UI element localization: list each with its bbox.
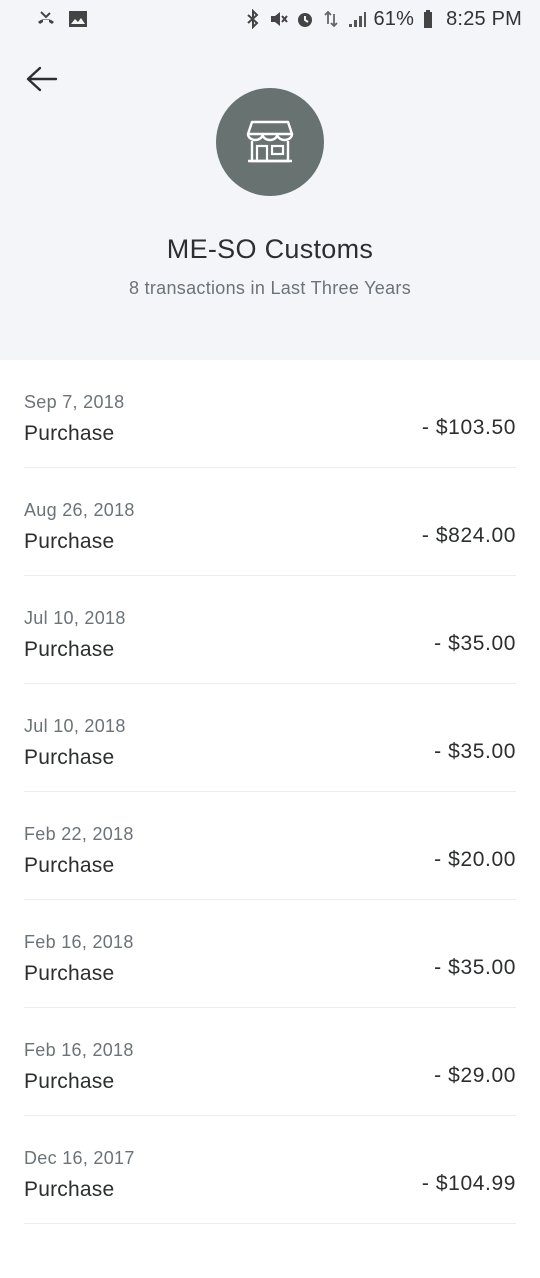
clock: 8:25 PM xyxy=(446,7,522,30)
mute-icon xyxy=(269,9,289,29)
transaction-type: Purchase xyxy=(24,530,115,553)
transaction-amount: - $824.00 xyxy=(421,524,516,547)
transaction-date: Feb 16, 2018 xyxy=(24,932,134,952)
transaction-amount: - $104.99 xyxy=(421,1172,516,1195)
transaction-date: Aug 26, 2018 xyxy=(24,500,135,520)
transaction-amount: - $35.00 xyxy=(434,632,516,655)
merchant-name: ME-SO Customs xyxy=(166,234,374,264)
transaction-type: Purchase xyxy=(24,1178,115,1201)
transaction-date: Dec 16, 2017 xyxy=(24,1148,135,1168)
data-icon xyxy=(321,9,341,29)
transaction-row[interactable]: Feb 16, 2018 Purchase - $35.00 xyxy=(24,900,516,1008)
transaction-amount: - $35.00 xyxy=(434,956,516,979)
transaction-list: Sep 7, 2018 Purchase - $103.50 Aug 26, 2… xyxy=(0,360,540,1224)
transaction-date: Sep 7, 2018 xyxy=(24,392,125,412)
transaction-row[interactable]: Aug 26, 2018 Purchase - $824.00 xyxy=(24,468,516,576)
battery-icon xyxy=(420,9,440,29)
transaction-row[interactable]: Jul 10, 2018 Purchase - $35.00 xyxy=(24,576,516,684)
signal-icon xyxy=(347,9,367,29)
transaction-row[interactable]: Sep 7, 2018 Purchase - $103.50 xyxy=(24,360,516,468)
transaction-amount: - $35.00 xyxy=(434,740,516,763)
missed-call-icon xyxy=(36,9,56,29)
status-bar: 61% 8:25 PM xyxy=(0,0,540,38)
transaction-date: Feb 22, 2018 xyxy=(24,824,134,844)
transaction-amount: - $20.00 xyxy=(434,848,516,871)
transaction-date: Jul 10, 2018 xyxy=(24,716,126,736)
merchant-avatar xyxy=(216,88,324,196)
transaction-type: Purchase xyxy=(24,854,115,877)
transactions-summary: 8 transactions in Last Three Years xyxy=(128,278,412,298)
transaction-amount: - $29.00 xyxy=(434,1064,516,1087)
transaction-row[interactable]: Feb 22, 2018 Purchase - $20.00 xyxy=(24,792,516,900)
transaction-type: Purchase xyxy=(24,962,115,985)
storefront-icon xyxy=(246,120,294,163)
transaction-row[interactable]: Feb 16, 2018 Purchase - $29.00 xyxy=(24,1008,516,1116)
battery-percent: 61% xyxy=(373,7,415,30)
merchant-header: ME-SO Customs 8 transactions in Last Thr… xyxy=(0,38,540,360)
transaction-type: Purchase xyxy=(24,638,115,661)
arrow-left-icon xyxy=(26,66,58,92)
transaction-type: Purchase xyxy=(24,746,115,769)
transaction-date: Feb 16, 2018 xyxy=(24,1040,134,1060)
transaction-type: Purchase xyxy=(24,422,115,445)
transaction-type: Purchase xyxy=(24,1070,115,1093)
transaction-row[interactable]: Dec 16, 2017 Purchase - $104.99 xyxy=(24,1116,516,1224)
transaction-row[interactable]: Jul 10, 2018 Purchase - $35.00 xyxy=(24,684,516,792)
bluetooth-icon xyxy=(243,8,263,30)
alarm-icon xyxy=(295,9,315,29)
transaction-date: Jul 10, 2018 xyxy=(24,608,126,628)
image-icon xyxy=(68,9,88,29)
transaction-amount: - $103.50 xyxy=(421,416,516,439)
back-button[interactable] xyxy=(22,62,62,96)
